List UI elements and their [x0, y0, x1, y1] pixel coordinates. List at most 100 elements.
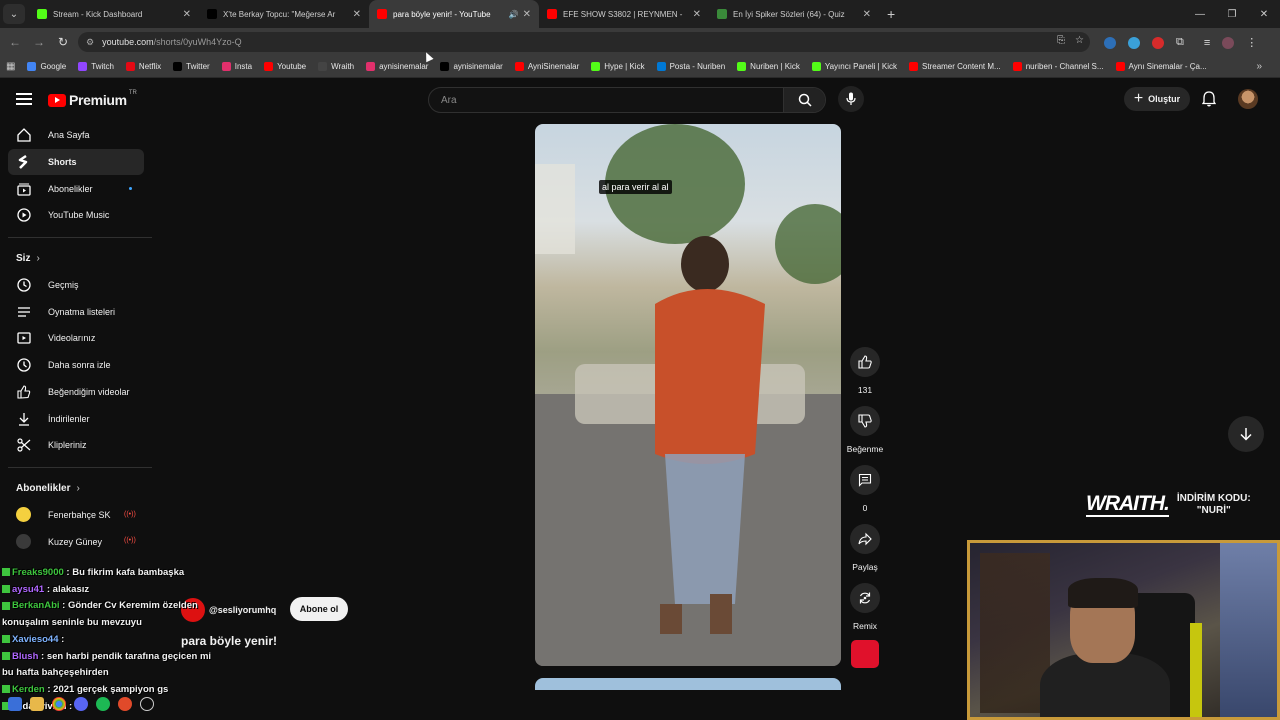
chrome-icon[interactable]: [52, 697, 66, 711]
sidebar-item-your-videos[interactable]: Videolarınız: [0, 325, 160, 352]
sidebar-item-shorts[interactable]: Shorts: [8, 148, 144, 176]
spotify-icon[interactable]: [96, 697, 110, 711]
obs-icon[interactable]: [140, 697, 154, 711]
bookmark-item[interactable]: Posta - Nuriben: [656, 62, 725, 71]
bookmark-item[interactable]: Yayıncı Paneli | Kick: [811, 62, 897, 71]
account-avatar[interactable]: [1238, 89, 1258, 109]
bookmark-item[interactable]: Insta: [221, 62, 252, 71]
media-control-icon[interactable]: ≡: [1204, 37, 1210, 49]
forward-button[interactable]: →: [27, 35, 51, 49]
reload-button[interactable]: ↻: [51, 35, 75, 49]
omnibox[interactable]: ⚙ youtube.com/shorts/0yuWh4Yzo-Q ⎘ ☆: [78, 32, 1090, 52]
bookmark-item[interactable]: Google: [27, 62, 66, 71]
bookmark-item[interactable]: Aynı Sinemalar - Ça...: [1115, 62, 1207, 71]
chat-username: aysu41: [12, 583, 45, 595]
you-section-heading[interactable]: Siz ›: [0, 246, 160, 272]
bookmark-item[interactable]: Streamer Content M...: [909, 62, 1001, 71]
browser-tab[interactable]: EFE SHOW S3802 | REYNMEN - ✕: [539, 0, 709, 28]
extension-blue-icon[interactable]: [1128, 36, 1140, 49]
sound-thumbnail[interactable]: [851, 640, 879, 668]
bookmark-favicon-icon: [318, 62, 328, 71]
bookmark-item[interactable]: Wraith: [318, 62, 354, 71]
tab-search-button[interactable]: ⌄: [3, 4, 25, 24]
maximize-button[interactable]: ❐: [1216, 9, 1248, 20]
address-bar-row: ← → ↻ ⚙ youtube.com/shorts/0yuWh4Yzo-Q ⎘…: [0, 28, 1280, 56]
discord-icon[interactable]: [74, 697, 88, 711]
more-bookmarks-icon[interactable]: »: [1256, 61, 1262, 72]
bookmark-item[interactable]: aynisinemalar: [366, 62, 428, 71]
sidebar-item-liked[interactable]: Beğendiğim videolar: [0, 379, 160, 406]
close-window-button[interactable]: ✕: [1248, 9, 1280, 20]
sidebar-item-watch-later[interactable]: Daha sonra izle: [0, 352, 160, 379]
bookmark-item[interactable]: Hype | Kick: [591, 62, 645, 71]
bookmark-item[interactable]: Youtube: [264, 62, 306, 71]
bookmark-label: Hype | Kick: [604, 62, 645, 71]
like-button[interactable]: 131: [850, 347, 880, 395]
comments-button[interactable]: 0: [850, 465, 880, 513]
bookmark-item[interactable]: aynisinemalar: [440, 62, 503, 71]
subscription-item[interactable]: Fenerbahçe SK ((•)): [0, 502, 160, 529]
search-button[interactable]: [783, 88, 825, 112]
bookmark-item[interactable]: Twitter: [173, 62, 210, 71]
share-button[interactable]: Paylaş: [850, 524, 880, 572]
search-input[interactable]: Ara: [441, 95, 457, 106]
bookmark-label: nuriben - Channel S...: [1025, 62, 1104, 71]
sidebar-item-label: Klipleriniz: [48, 440, 87, 451]
bookmark-item[interactable]: Twitch: [78, 62, 114, 71]
browser-tab[interactable]: En İyi Spiker Sözleri (64) - Quiz ✕: [709, 0, 879, 28]
chat-badge-icon: [2, 635, 10, 644]
next-short-button[interactable]: [1228, 416, 1264, 452]
extension-red-icon[interactable]: [1152, 36, 1164, 49]
bookmark-item[interactable]: AyniSinemalar: [514, 62, 579, 71]
back-button[interactable]: ←: [3, 35, 27, 49]
app-icon[interactable]: [118, 697, 132, 711]
bookmark-star-icon[interactable]: ☆: [1075, 35, 1084, 46]
audio-playing-icon[interactable]: 🔊: [509, 10, 519, 19]
explorer-icon[interactable]: [8, 697, 22, 711]
sidebar-divider: [8, 466, 152, 468]
bookmark-item[interactable]: Netflix: [125, 62, 161, 71]
bookmark-item[interactable]: Nuriben | Kick: [737, 62, 800, 71]
apps-grid-icon[interactable]: ▦: [6, 61, 15, 72]
browser-menu-icon[interactable]: ⋮: [1246, 36, 1257, 49]
next-short-preview[interactable]: [535, 678, 841, 690]
dislike-button[interactable]: Beğenme: [847, 406, 883, 454]
sidebar-item-downloads[interactable]: İndirilenler: [0, 405, 160, 432]
folder-icon[interactable]: [30, 697, 44, 711]
sidebar-item-playlists[interactable]: Oynatma listeleri: [0, 298, 160, 325]
browser-tab[interactable]: X'te Berkay Topcu: "Meğerse Ar ✕: [199, 0, 369, 28]
voice-search-button[interactable]: [838, 86, 864, 112]
sidebar-item-history[interactable]: Geçmiş: [0, 272, 160, 299]
sidebar-item-clips[interactable]: Klipleriniz: [0, 432, 160, 459]
chat-badge-icon: [2, 585, 10, 594]
site-info-icon[interactable]: ⚙: [86, 37, 94, 48]
profile-icon[interactable]: [1222, 36, 1235, 49]
close-tab-icon[interactable]: ✕: [693, 9, 701, 20]
notifications-button[interactable]: [1201, 91, 1217, 112]
extension-shield-icon[interactable]: [1104, 36, 1116, 49]
browser-tab[interactable]: Stream - Kick Dashboard ✕: [29, 0, 199, 28]
extensions-puzzle-icon[interactable]: ⧉: [1176, 36, 1184, 49]
sidebar-item-music[interactable]: YouTube Music: [0, 202, 160, 229]
close-tab-icon[interactable]: ✕: [183, 9, 191, 20]
sidebar-item-label: Abonelikler: [48, 183, 93, 194]
sidebar-item-subscriptions[interactable]: Abonelikler: [0, 175, 160, 202]
close-tab-icon[interactable]: ✕: [863, 9, 871, 20]
minimize-button[interactable]: —: [1184, 9, 1216, 20]
sidebar-item-home[interactable]: Ana Sayfa: [0, 122, 160, 149]
youtube-premium-logo[interactable]: Premium TR: [48, 90, 137, 108]
remix-button[interactable]: Remix: [850, 583, 880, 631]
bookmark-item[interactable]: nuriben - Channel S...: [1012, 62, 1104, 71]
new-tab-button[interactable]: +: [887, 6, 895, 22]
close-tab-icon[interactable]: ✕: [523, 9, 531, 20]
subscriptions-section-heading[interactable]: Abonelikler ›: [0, 476, 160, 502]
close-tab-icon[interactable]: ✕: [353, 9, 361, 20]
install-app-icon[interactable]: ⎘: [1057, 35, 1065, 46]
short-video-player[interactable]: [535, 124, 841, 666]
menu-icon[interactable]: [16, 93, 32, 105]
browser-tab[interactable]: para böyle yenir! - YouTube 🔊 ✕: [369, 0, 539, 28]
bookmark-label: Wraith: [331, 62, 355, 71]
subscription-item[interactable]: Kuzey Güney ((•)): [0, 528, 160, 555]
create-button[interactable]: + Oluştur: [1124, 87, 1190, 111]
search-box[interactable]: Ara: [428, 87, 826, 113]
